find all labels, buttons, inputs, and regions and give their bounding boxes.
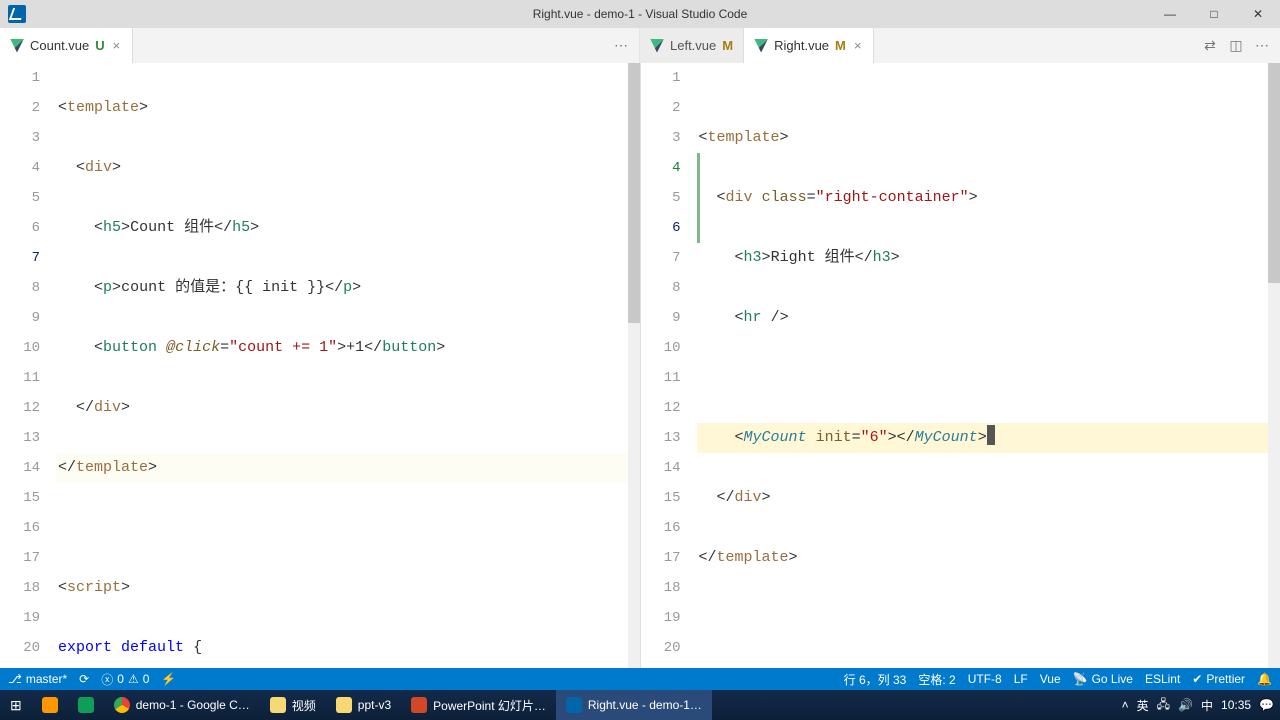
- titlebar: Right.vue - demo-1 - Visual Studio Code …: [0, 0, 1280, 28]
- powerpoint-icon: [411, 697, 427, 713]
- vue-icon: [10, 39, 24, 53]
- statusbar: ⎇master* ⟳ ⓧ0 ⚠0 ⚡ 行 6，列 33 空格: 2 UTF-8 …: [0, 668, 1280, 690]
- check-icon: ✔: [1192, 672, 1202, 686]
- vscode-icon: [566, 697, 582, 713]
- antenna-icon: 📡: [1073, 672, 1088, 686]
- bell-icon: 🔔: [1257, 672, 1272, 686]
- sync-icon: ⟳: [79, 672, 89, 686]
- right-pane-actions: ⇄ ◫ ⋯: [1202, 28, 1280, 63]
- tray-ime2[interactable]: 中: [1201, 697, 1213, 714]
- sb-encoding[interactable]: UTF-8: [968, 672, 1002, 686]
- app-icon: [42, 697, 58, 713]
- sb-indent[interactable]: 空格: 2: [918, 671, 955, 688]
- editor-area: 1234 5678 9101112 13141516 17181920 21 <…: [0, 63, 1280, 668]
- git-status-m: M: [722, 38, 733, 53]
- tray-notifications-icon[interactable]: 💬: [1259, 698, 1274, 712]
- taskbar-folder[interactable]: ppt-v3: [326, 690, 401, 720]
- tab-close-icon[interactable]: ×: [111, 38, 123, 53]
- tab-label: Right.vue: [774, 38, 829, 53]
- tabs-row: Count.vue U × ⋯ Left.vue M Right.vue M ×…: [0, 28, 1280, 63]
- tab-label: Left.vue: [670, 38, 716, 53]
- windows-icon: ⊞: [10, 697, 22, 714]
- tab-count-vue[interactable]: Count.vue U ×: [0, 28, 133, 63]
- tray-clock[interactable]: 10:35: [1221, 698, 1251, 712]
- sb-prettier[interactable]: ✔Prettier: [1192, 672, 1245, 686]
- sb-problems[interactable]: ⓧ0 ⚠0: [101, 671, 149, 688]
- overview-ruler-left[interactable]: [628, 63, 640, 668]
- git-status-m: M: [835, 38, 846, 53]
- sb-live[interactable]: ⚡: [161, 672, 176, 686]
- code-right[interactable]: <template> <div class="right-container">…: [697, 63, 1280, 668]
- window-title: Right.vue - demo-1 - Visual Studio Code: [0, 7, 1280, 21]
- split-icon[interactable]: ◫: [1228, 38, 1244, 54]
- overview-ruler-right[interactable]: [1268, 63, 1280, 668]
- gutter-right: 123 45 678 9101112 13141516 17181920 21: [641, 63, 697, 668]
- more-icon[interactable]: ⋯: [613, 38, 629, 54]
- branch-icon: ⎇: [8, 672, 22, 686]
- tab-close-icon[interactable]: ×: [852, 38, 864, 53]
- folder-icon: [270, 697, 286, 713]
- tray-volume-icon[interactable]: 🔊: [1178, 698, 1193, 712]
- taskbar-label: Right.vue - demo-1…: [588, 698, 702, 712]
- editor-pane-right[interactable]: 123 45 678 9101112 13141516 17181920 21 …: [640, 63, 1280, 668]
- sb-cursor-pos[interactable]: 行 6，列 33: [844, 671, 907, 688]
- more-icon[interactable]: ⋯: [1254, 38, 1270, 54]
- vue-icon: [754, 39, 768, 53]
- taskbar-label: ppt-v3: [358, 698, 391, 712]
- tab-left-vue[interactable]: Left.vue M: [640, 28, 744, 63]
- sb-sync[interactable]: ⟳: [79, 672, 89, 686]
- sb-branch[interactable]: ⎇master*: [8, 672, 67, 686]
- tray-chevron-icon[interactable]: ˄: [1122, 698, 1129, 712]
- error-icon: ⓧ: [101, 671, 113, 688]
- sb-bell[interactable]: 🔔: [1257, 672, 1272, 686]
- folder-icon: [336, 697, 352, 713]
- tab-right-vue[interactable]: Right.vue M ×: [744, 28, 874, 63]
- diff-icon[interactable]: ⇄: [1202, 38, 1218, 54]
- left-pane-tabs: Count.vue U × ⋯: [0, 28, 640, 63]
- tab-label: Count.vue: [30, 38, 89, 53]
- taskbar-app[interactable]: [68, 690, 104, 720]
- sb-golive[interactable]: 📡Go Live: [1073, 672, 1133, 686]
- vue-icon: [650, 39, 664, 53]
- sb-eslint[interactable]: ESLint: [1145, 672, 1180, 686]
- taskbar-chrome[interactable]: demo-1 - Google C…: [104, 690, 260, 720]
- taskbar-app[interactable]: [32, 690, 68, 720]
- right-pane-tabs: Left.vue M Right.vue M × ⇄ ◫ ⋯: [640, 28, 1280, 63]
- sb-eol[interactable]: LF: [1014, 672, 1028, 686]
- code-left[interactable]: <template> <div> <h5>Count 组件</h5> <p>co…: [56, 63, 640, 668]
- tray-network-icon[interactable]: 🖧: [1157, 695, 1170, 716]
- taskbar-powerpoint[interactable]: PowerPoint 幻灯片…: [401, 690, 556, 720]
- taskbar-label: demo-1 - Google C…: [136, 698, 250, 712]
- tray-ime[interactable]: 英: [1137, 697, 1149, 714]
- text-cursor: [987, 425, 995, 445]
- app-icon: [78, 697, 94, 713]
- editor-pane-left[interactable]: 1234 5678 9101112 13141516 17181920 21 <…: [0, 63, 640, 668]
- taskbar-start[interactable]: ⊞: [0, 690, 32, 720]
- taskbar: ⊞ demo-1 - Google C… 视频 ppt-v3 PowerPoin…: [0, 690, 1280, 720]
- chrome-icon: [114, 697, 130, 713]
- git-status-u: U: [95, 38, 104, 53]
- taskbar-folder[interactable]: 视频: [260, 690, 326, 720]
- sb-language[interactable]: Vue: [1040, 672, 1061, 686]
- taskbar-label: PowerPoint 幻灯片…: [433, 697, 546, 714]
- left-pane-actions: ⋯: [613, 28, 639, 63]
- taskbar-label: 视频: [292, 697, 316, 714]
- broadcast-icon: ⚡: [161, 672, 176, 686]
- gutter-left: 1234 5678 9101112 13141516 17181920 21: [0, 63, 56, 668]
- taskbar-tray: ˄ 英 🖧 🔊 中 10:35 💬: [1122, 695, 1280, 716]
- taskbar-vscode[interactable]: Right.vue - demo-1…: [556, 690, 712, 720]
- warning-icon: ⚠: [128, 672, 139, 686]
